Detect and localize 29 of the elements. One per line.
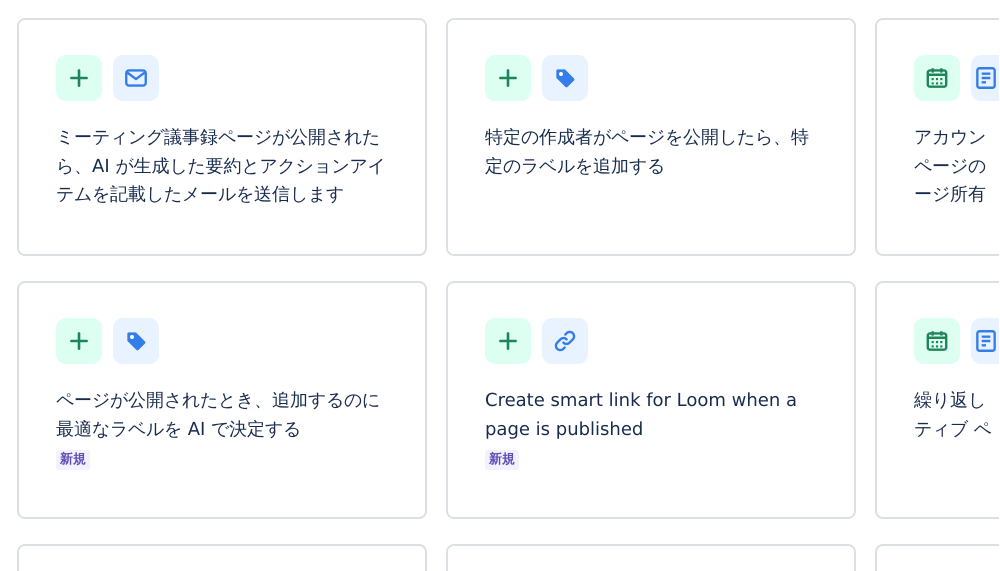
link-icon [542, 318, 588, 364]
template-description: 特定の作成者がページを公開したら、特定のラベルを追加する [485, 126, 810, 178]
template-description: Create smart link for Loom when a page is published [485, 389, 798, 442]
description-line: 繰り返し [914, 389, 987, 413]
tag-icon [113, 318, 159, 364]
template-card[interactable]: ミーティング議事録ページが公開されたら、AI が生成した要約とアクションアイテムを記載したメールを送信します [17, 18, 427, 256]
template-card[interactable]: ページが公開されたとき、追加するのに最適なラベルを AI で決定する 新規 [17, 281, 427, 519]
template-card[interactable]: Create smart link for Loom when a page is published 新規 [446, 281, 856, 519]
tag-icon [542, 55, 588, 101]
plus-icon [56, 318, 102, 364]
description-line: ージ所有 [914, 183, 986, 207]
description-line: ティブ ペ [914, 418, 992, 442]
description-line: ページの [914, 154, 986, 178]
document-icon [971, 55, 999, 101]
calendar-icon [914, 55, 960, 101]
template-description: ページが公開されたとき、追加するのに最適なラベルを AI で決定する [56, 389, 381, 442]
template-card[interactable]: アカウン ページの ージ所有 [875, 18, 999, 256]
description-line: アカウン [914, 126, 986, 150]
template-card[interactable]: 繰り返し ティブ ペ [875, 281, 999, 519]
document-icon [971, 318, 999, 364]
plus-icon [56, 55, 102, 101]
template-description: ミーティング議事録ページが公開されたら、AI が生成した要約とアクションアイテムを記載したメールを送信します [56, 126, 386, 207]
mail-icon [113, 55, 159, 101]
new-badge: 新規 [485, 450, 519, 470]
new-badge: 新規 [56, 450, 90, 470]
calendar-icon [914, 318, 960, 364]
plus-icon [485, 55, 531, 101]
template-card[interactable]: 特定の作成者がページを公開したら、特定のラベルを追加する [446, 18, 856, 256]
plus-icon [485, 318, 531, 364]
